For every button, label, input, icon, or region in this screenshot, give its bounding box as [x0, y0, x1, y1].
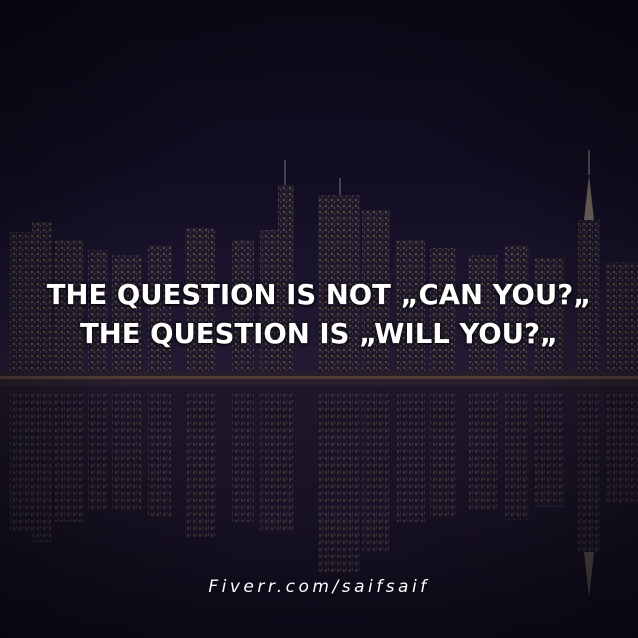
- quote-line-1: THE QUESTION IS NOT „CAN YOU?„: [46, 279, 592, 311]
- credit-watermark: Fiverr.com/saifsaif: [208, 577, 430, 597]
- quote-line-2: THE QUESTION IS „WILL YOU?„: [79, 318, 559, 350]
- quote-image: THE QUESTION IS NOT „CAN YOU?„ THE QUEST…: [0, 0, 638, 638]
